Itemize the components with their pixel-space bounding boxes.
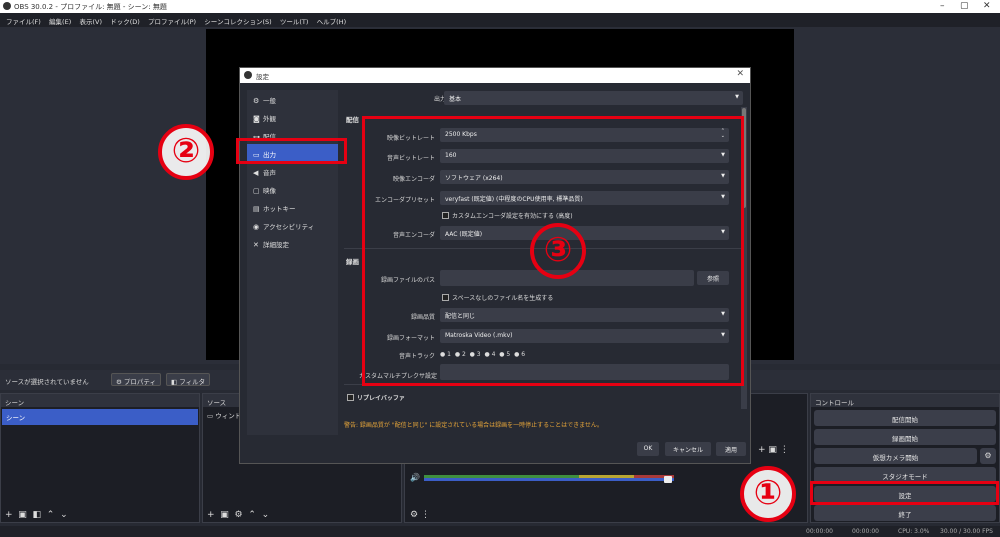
nav-label: 音声	[263, 169, 276, 177]
replay-buffer-checkbox[interactable]: リプレイバッファ	[347, 393, 405, 402]
no-source-label: ソースが選択されていません	[5, 378, 89, 386]
nav-label: 詳細設定	[263, 241, 289, 249]
window-title: OBS 30.0.2 - プロファイル: 無題 - シーン: 無題	[14, 3, 167, 11]
close-icon[interactable]: ✕	[983, 1, 991, 11]
nav-label: 映像	[263, 187, 276, 195]
cpu-usage: CPU: 3.0%	[898, 528, 930, 535]
menu-file[interactable]: ファイル(F)	[6, 16, 41, 26]
virtual-camera-settings-icon[interactable]: ⚙	[980, 448, 996, 464]
menu-bar: ファイル(F) 編集(E) 表示(V) ドック(D) プロファイル(P) シーン…	[0, 13, 1000, 27]
minimize-icon[interactable]: –	[940, 1, 945, 11]
start-virtual-camera-button[interactable]: 仮想カメラ開始	[814, 448, 977, 464]
gear-icon[interactable]: ⚙	[410, 510, 418, 520]
annotation-step-1: ①	[740, 466, 796, 522]
exit-button[interactable]: 終了	[814, 505, 996, 521]
menu-dock[interactable]: ドック(D)	[110, 16, 140, 26]
nav-advanced[interactable]: ✕ 詳細設定	[247, 234, 338, 252]
sources-toolbar: + ▣ ⚙ ⌃ ⌄	[207, 510, 269, 520]
streaming-time: 00:00:00	[852, 528, 879, 535]
menu-tools[interactable]: ツール(T)	[280, 16, 309, 26]
keyboard-icon: ▤	[253, 205, 260, 213]
properties-button[interactable]: ⚙ プロパティ	[111, 373, 162, 386]
close-icon[interactable]: ✕	[736, 69, 744, 79]
add-icon[interactable]: +	[758, 445, 766, 455]
ok-button[interactable]: OK	[637, 442, 659, 456]
move-up-icon[interactable]: ⌃	[47, 510, 55, 520]
scenes-toolbar: + ▣ ◧ ⌃ ⌄	[5, 510, 68, 520]
volume-slider[interactable]	[424, 478, 674, 481]
dialog-title: 設定	[256, 73, 269, 81]
volume-slider-handle[interactable]	[664, 476, 672, 483]
output-mode-value: 基本	[449, 96, 462, 103]
menu-edit[interactable]: 編集(E)	[49, 16, 71, 26]
add-icon[interactable]: +	[207, 510, 215, 520]
menu-profile[interactable]: プロファイル(P)	[148, 16, 196, 26]
properties-label: プロパティ	[123, 378, 157, 386]
more-icon[interactable]: ⋮	[421, 510, 430, 520]
status-bar: 00:00:00 00:00:00 CPU: 3.0% 30.00 / 30.0…	[0, 526, 1000, 537]
nav-label: 外観	[263, 115, 276, 123]
recording-section-title: 録画	[346, 258, 359, 266]
apply-button[interactable]: 適用	[716, 442, 746, 456]
recording-time: 00:00:00	[806, 528, 833, 535]
menu-scene-collection[interactable]: シーンコレクション(S)	[204, 16, 271, 26]
add-icon[interactable]: +	[5, 510, 13, 520]
audio-icon: ◀	[253, 169, 259, 177]
menu-help[interactable]: ヘルプ(H)	[317, 16, 346, 26]
gear-icon[interactable]: ⚙	[235, 510, 243, 520]
annotation-step-3: ③	[530, 223, 586, 279]
nav-audio[interactable]: ◀ 音声	[247, 162, 338, 180]
transitions-toolbar: + ▣ ⋮	[758, 445, 789, 455]
fps-readout: 30.00 / 30.00 FPS	[940, 528, 993, 535]
scenes-header: シーン	[1, 394, 199, 407]
menu-view[interactable]: 表示(V)	[79, 16, 102, 26]
cancel-button[interactable]: キャンセル	[665, 442, 711, 456]
nav-accessibility[interactable]: ◉ アクセシビリティ	[247, 216, 338, 234]
settings-highlight	[810, 481, 999, 505]
dialog-title-bar: 設定 ✕	[240, 68, 750, 83]
chevron-down-icon: ▼	[735, 94, 739, 100]
streaming-section-title: 配信	[346, 116, 359, 124]
delete-icon[interactable]: ▣	[768, 445, 777, 455]
accessibility-icon: ◉	[253, 223, 260, 231]
nav-label: アクセシビリティ	[263, 223, 315, 231]
warning-text: 警告: 録画品質が "配信と同じ" に設定されている場合は録画を一時停止すること…	[344, 422, 603, 429]
output-mode-select[interactable]: 基本 ▼	[444, 91, 743, 105]
move-down-icon[interactable]: ⌄	[262, 510, 270, 520]
delete-icon[interactable]: ▣	[18, 510, 27, 520]
delete-icon[interactable]: ▣	[220, 510, 229, 520]
nav-label: ホットキー	[263, 205, 296, 213]
scene-list-item[interactable]: シーン	[2, 409, 198, 425]
title-bar: OBS 30.0.2 - プロファイル: 無題 - シーン: 無題 – ▢ ✕	[0, 0, 1000, 13]
nav-appearance[interactable]: ◙ 外観	[247, 108, 338, 126]
gear-icon: ⚙	[253, 97, 260, 105]
maximize-icon[interactable]: ▢	[960, 1, 969, 11]
checkbox-box[interactable]	[347, 394, 354, 401]
nav-label: 一般	[263, 97, 276, 105]
output-nav-highlight	[236, 138, 347, 164]
move-down-icon[interactable]: ⌄	[60, 510, 68, 520]
start-recording-button[interactable]: 録画開始	[814, 429, 996, 445]
tools-icon: ✕	[253, 241, 259, 249]
filter-icon[interactable]: ◧	[33, 510, 42, 520]
controls-header: コントロール	[811, 394, 999, 407]
filters-label: フィルタ	[179, 378, 206, 386]
stream-icon: ◙	[253, 115, 260, 123]
filters-button[interactable]: ◧ フィルタ	[166, 373, 211, 386]
obs-logo-icon	[244, 71, 252, 79]
nav-general[interactable]: ⚙ 一般	[247, 90, 338, 108]
move-up-icon[interactable]: ⌃	[248, 510, 256, 520]
mixer-toolbar: ⚙ ⋮	[410, 510, 430, 520]
nav-hotkeys[interactable]: ▤ ホットキー	[247, 198, 338, 216]
video-icon: ▢	[253, 187, 260, 195]
replay-buffer-label: リプレイバッファ	[357, 395, 405, 402]
start-streaming-button[interactable]: 配信開始	[814, 410, 996, 426]
nav-video[interactable]: ▢ 映像	[247, 180, 338, 198]
annotation-step-2: ②	[158, 124, 214, 180]
more-icon[interactable]: ⋮	[780, 445, 789, 455]
speaker-icon[interactable]: 🔊	[410, 473, 420, 482]
scenes-dock: シーン シーン	[0, 393, 200, 523]
obs-logo-icon	[3, 2, 11, 10]
